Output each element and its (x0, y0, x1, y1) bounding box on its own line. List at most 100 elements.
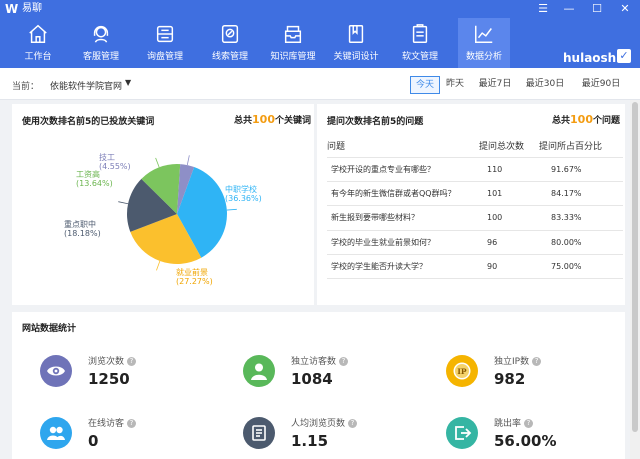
menu-icon[interactable]: ☰ (530, 0, 556, 18)
keyword-icon (348, 25, 364, 43)
help-icon[interactable]: ? (532, 357, 542, 366)
maximize-icon[interactable]: ☐ (584, 0, 610, 18)
check-icon[interactable]: ✓ (617, 49, 631, 63)
questions-panel: 提问次数排名前5的问题 总共100个问题 问题 提问总次数 提问所占百分比 学校… (317, 104, 625, 305)
customer-service-icon (93, 25, 109, 43)
nav-item-knowledge[interactable]: 知识库管理 (267, 18, 319, 68)
stat-pages-circle (243, 417, 275, 449)
nav-label: 询盘管理 (146, 52, 183, 62)
stat-bounce-label: 跳出率? (494, 416, 534, 429)
app-logo: W (5, 2, 19, 16)
stat-pages-label: 人均浏览页数? (291, 416, 358, 429)
scrollbar[interactable] (630, 100, 640, 459)
percent-cell: 84.17% (539, 181, 623, 207)
stat-views-value: 1250 (88, 370, 130, 388)
help-icon[interactable]: ? (524, 419, 534, 428)
questions-panel-title: 提问次数排名前5的问题 (327, 117, 424, 127)
title-bar: W 易聊 ☰ — ☐ ✕ (0, 0, 640, 18)
stat-bounce-value: 56.00% (494, 432, 557, 450)
nav-label: 客服管理 (82, 52, 119, 62)
slice-label-zhongzhi: 中职学校 (36.36%) (225, 185, 262, 203)
table-row[interactable]: 新生报到要带哪些材料？ 100 83.33% (327, 205, 623, 231)
stat-online-circle (40, 417, 72, 449)
nav-label: 软文管理 (401, 52, 438, 62)
app-name: 易聊 (22, 3, 42, 14)
count-cell: 110 (479, 157, 539, 182)
table-row[interactable]: 有今年的新生微信群或者QQ群吗？ 101 84.17% (327, 181, 623, 207)
nav-item-article[interactable]: 软文管理 (394, 18, 446, 68)
nav-item-analytics[interactable]: 数据分析 (458, 18, 510, 68)
question-cell: 有今年的新生微信群或者QQ群吗？ (327, 181, 479, 207)
eye-icon (47, 366, 65, 376)
nav-item-workbench[interactable]: 工作台 (12, 18, 64, 68)
current-label: 当前： (12, 82, 40, 92)
minimize-icon[interactable]: — (556, 0, 582, 18)
help-icon[interactable]: ? (127, 419, 137, 428)
question-cell: 学校的毕业生就业前景如何？ (327, 230, 479, 256)
percent-cell: 91.67% (539, 157, 623, 182)
table-row[interactable]: 学校开设的重点专业有哪些？ 110 91.67% (327, 157, 623, 182)
percent-cell: 80.00% (539, 230, 623, 256)
count-cell: 100 (479, 205, 539, 231)
close-icon[interactable]: ✕ (612, 0, 638, 18)
stat-visitors-label: 独立访客数? (291, 354, 349, 367)
stat-ip-label: 独立IP数? (494, 354, 542, 367)
exit-icon (455, 426, 472, 440)
help-icon[interactable]: ? (348, 419, 358, 428)
dropdown-arrow-icon[interactable]: ▼ (125, 78, 131, 87)
stat-views-circle (40, 355, 72, 387)
clue-icon (221, 25, 239, 43)
home-icon (29, 24, 47, 43)
count-cell: 96 (479, 230, 539, 256)
table-row[interactable]: 学校的学生能否升读大学？ 90 75.00% (327, 254, 623, 280)
nav-item-keyword[interactable]: 关键词设计 (330, 18, 382, 68)
help-icon[interactable]: ? (339, 357, 349, 366)
question-cell: 学校开设的重点专业有哪些？ (327, 157, 479, 182)
pie-leader-line (156, 260, 161, 271)
questions-table: 问题 提问总次数 提问所占百分比 学校开设的重点专业有哪些？ 110 91.67… (327, 135, 623, 280)
ip-icon: IP (453, 362, 471, 380)
keywords-pie-chart (118, 155, 237, 271)
svg-text:IP: IP (457, 367, 467, 376)
pie-leader-line (118, 201, 129, 205)
date-30days-button[interactable]: 最近30日 (522, 76, 568, 94)
date-7days-button[interactable]: 最近7日 (474, 76, 516, 94)
header-question: 问题 (327, 135, 479, 158)
slice-label-jigong: 技工 (4.55%) (99, 153, 131, 171)
user-icon (251, 363, 267, 380)
stat-views-label: 浏览次数? (88, 354, 137, 367)
stat-bounce-circle (446, 417, 478, 449)
stat-ip-circle: IP (446, 355, 478, 387)
stats-panel-title: 网站数据统计 (22, 324, 77, 334)
percent-cell: 83.33% (539, 205, 623, 231)
username[interactable]: hulaoshi (563, 51, 620, 65)
help-icon[interactable]: ? (127, 357, 137, 366)
slice-label-zhongdian: 重点职中 (18.18%) (64, 220, 101, 238)
date-90days-button[interactable]: 最近90日 (578, 76, 624, 94)
stat-online-value: 0 (88, 432, 99, 450)
slice-label-jiuye: 就业前景 (27.27%) (176, 268, 213, 286)
site-select[interactable]: 依能软件学院官网 (50, 79, 122, 92)
nav-item-customer-service[interactable]: 客服管理 (75, 18, 127, 68)
questions-total: 总共100个问题 (552, 113, 620, 126)
pie-leader-line (186, 155, 190, 166)
stat-visitors-value: 1084 (291, 370, 333, 388)
stat-ip-value: 982 (494, 370, 526, 388)
percent-cell: 75.00% (539, 254, 623, 280)
nav-label: 工作台 (24, 52, 52, 62)
date-yesterday-button[interactable]: 昨天 (442, 76, 468, 94)
table-header-row: 问题 提问总次数 提问所占百分比 (327, 135, 623, 158)
date-today-button[interactable]: 今天 (410, 76, 440, 94)
scrollbar-thumb[interactable] (632, 102, 638, 432)
count-cell: 101 (479, 181, 539, 207)
question-cell: 学校的学生能否升读大学？ (327, 254, 479, 280)
nav-item-inquiry[interactable]: 询盘管理 (139, 18, 191, 68)
slice-label-gongzi: 工资高 (13.64%) (76, 170, 113, 188)
table-row[interactable]: 学校的毕业生就业前景如何？ 96 80.00% (327, 230, 623, 256)
stat-online-label: 在线访客? (88, 416, 137, 429)
nav-item-clue[interactable]: 线索管理 (204, 18, 256, 68)
nav-label: 知识库管理 (270, 52, 316, 62)
analytics-icon (475, 25, 493, 43)
main-nav: 工作台 客服管理 询盘管理 线索管理 知识库管理 关键词设计 软文管理 数据分析… (0, 18, 640, 68)
filter-bar: 当前： 依能软件学院官网 ▼ 今天 昨天 最近7日 最近30日 最近90日 (0, 68, 640, 100)
